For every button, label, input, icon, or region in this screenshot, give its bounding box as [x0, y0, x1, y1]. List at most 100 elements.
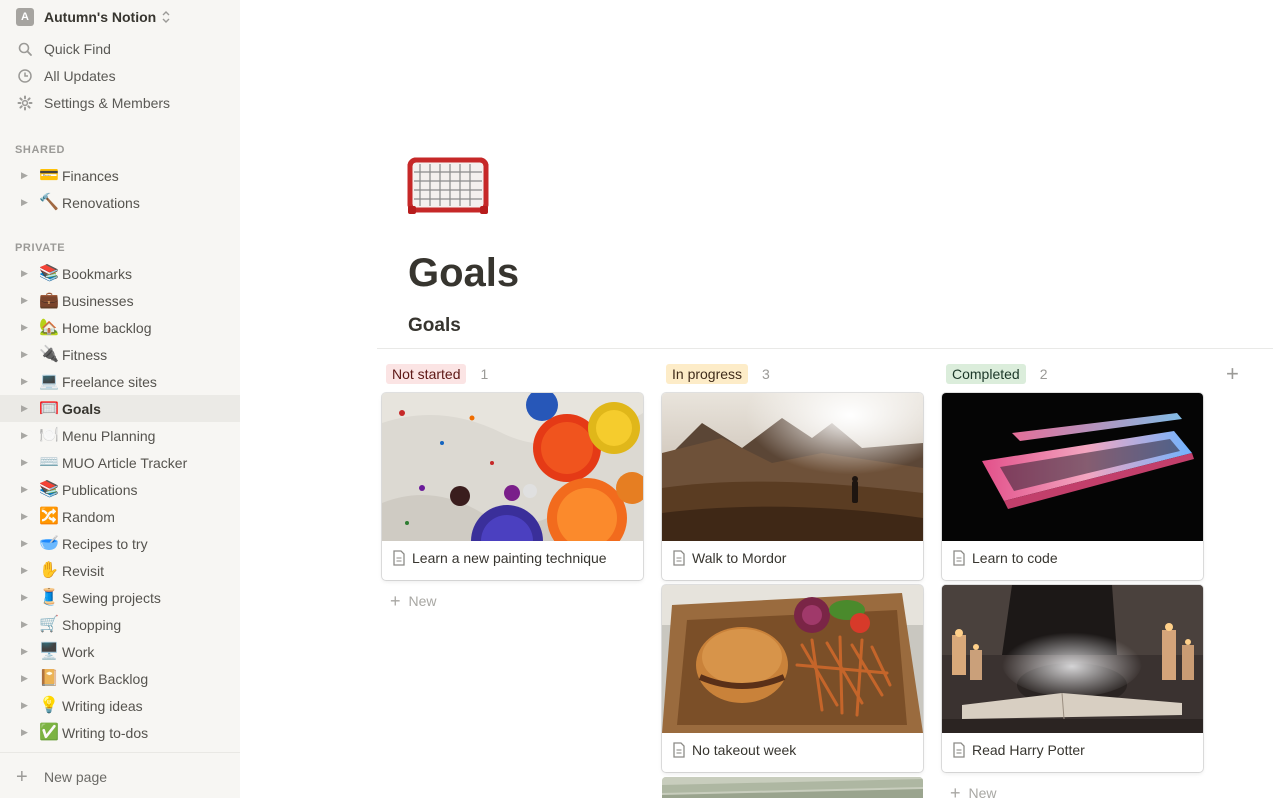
page-emoji-icon: 💼 — [39, 291, 59, 309]
sidebar-item-label: Businesses — [62, 292, 134, 309]
sidebar-item-goals[interactable]: ▶ 🥅 Goals — [0, 395, 240, 422]
expand-triangle-icon[interactable]: ▶ — [21, 538, 28, 549]
sidebar-item-label: Writing to-dos — [62, 724, 149, 741]
expand-triangle-icon[interactable]: ▶ — [21, 295, 28, 306]
new-page-button[interactable]: + New page — [0, 763, 240, 790]
sidebar-item-label: Menu Planning — [62, 427, 156, 444]
sidebar-item-finances[interactable]: ▶ 💳 Finances — [0, 162, 240, 189]
sidebar-item-work[interactable]: ▶ 🖥️ Work — [0, 638, 240, 665]
sidebar-item-label: Finances — [62, 167, 119, 184]
column-header-completed[interactable]: Completed 2 — [946, 364, 1048, 384]
card-title: Read Harry Potter — [972, 742, 1085, 758]
sidebar-item-label: Home backlog — [62, 319, 152, 336]
sidebar-item-label: MUO Article Tracker — [62, 454, 188, 471]
expand-triangle-icon[interactable]: ▶ — [21, 403, 28, 414]
sidebar-item-label: Bookmarks — [62, 265, 133, 282]
expand-triangle-icon[interactable]: ▶ — [21, 376, 28, 387]
workspace-switcher[interactable]: A Autumn's Notion — [16, 8, 171, 26]
cauldron-books-image — [942, 585, 1203, 733]
board-card-partial[interactable] — [662, 777, 923, 798]
sidebar-item-writing-ideas[interactable]: ▶ 💡 Writing ideas — [0, 692, 240, 719]
board-card[interactable]: No takeout week — [662, 585, 923, 772]
expand-triangle-icon[interactable]: ▶ — [21, 511, 28, 522]
sidebar-item-renovations[interactable]: ▶ 🔨 Renovations — [0, 189, 240, 216]
expand-triangle-icon[interactable]: ▶ — [21, 484, 28, 495]
settings-members-label: Settings & Members — [44, 94, 171, 111]
burger-fries-image — [662, 585, 923, 733]
page-emoji-icon: 🔀 — [39, 507, 59, 525]
settings-members-button[interactable]: Settings & Members — [0, 89, 240, 116]
sidebar-item-label: Publications — [62, 481, 138, 498]
expand-triangle-icon[interactable]: ▶ — [21, 727, 28, 738]
card-title: Learn a new painting technique — [412, 550, 607, 566]
mountain-hiker-image — [662, 393, 923, 541]
clock-icon — [18, 68, 32, 83]
sidebar-item-freelance-sites[interactable]: ▶ 💻 Freelance sites — [0, 368, 240, 395]
board-card[interactable]: Read Harry Potter — [942, 585, 1203, 772]
sidebar-item-work-backlog[interactable]: ▶ 📔 Work Backlog — [0, 665, 240, 692]
sidebar-item-fitness[interactable]: ▶ 🔌 Fitness — [0, 341, 240, 368]
plus-icon: + — [390, 591, 401, 611]
expand-triangle-icon[interactable]: ▶ — [21, 673, 28, 684]
expand-triangle-icon[interactable]: ▶ — [21, 268, 28, 279]
sidebar-item-home-backlog[interactable]: ▶ 🏡 Home backlog — [0, 314, 240, 341]
expand-triangle-icon[interactable]: ▶ — [21, 430, 28, 441]
quick-find-button[interactable]: Quick Find — [0, 35, 240, 62]
status-tag: Not started — [386, 364, 467, 384]
board-card[interactable]: Learn to code — [942, 393, 1203, 580]
page-emoji-icon: 🧵 — [39, 588, 59, 606]
sidebar-item-bookmarks[interactable]: ▶ 📚 Bookmarks — [0, 260, 240, 287]
goal-net-icon[interactable] — [406, 156, 490, 216]
private-section-title: PRIVATE — [15, 242, 66, 254]
plus-icon: + — [16, 765, 28, 788]
plus-icon: + — [950, 783, 961, 798]
new-page-label: New page — [44, 768, 108, 785]
expand-triangle-icon[interactable]: ▶ — [21, 197, 28, 208]
sidebar-item-recipes-to-try[interactable]: ▶ 🥣 Recipes to try — [0, 530, 240, 557]
sidebar-item-random[interactable]: ▶ 🔀 Random — [0, 503, 240, 530]
expand-triangle-icon[interactable]: ▶ — [21, 457, 28, 468]
sidebar-item-muo-article-tracker[interactable]: ▶ ⌨️ MUO Article Tracker — [0, 449, 240, 476]
page-emoji-icon: ✅ — [39, 723, 59, 741]
expand-triangle-icon[interactable]: ▶ — [21, 565, 28, 576]
status-tag: In progress — [666, 364, 749, 384]
expand-triangle-icon[interactable]: ▶ — [21, 170, 28, 181]
page-title[interactable]: Goals — [408, 250, 519, 296]
new-card-button[interactable]: + New — [950, 783, 997, 798]
sidebar-item-revisit[interactable]: ▶ ✋ Revisit — [0, 557, 240, 584]
card-title: Walk to Mordor — [692, 550, 787, 566]
sidebar-item-businesses[interactable]: ▶ 💼 Businesses — [0, 287, 240, 314]
expand-triangle-icon[interactable]: ▶ — [21, 349, 28, 360]
money-image — [662, 777, 923, 798]
expand-triangle-icon[interactable]: ▶ — [21, 592, 28, 603]
page-emoji-icon: 🛒 — [39, 615, 59, 633]
shared-section-title: SHARED — [15, 144, 66, 156]
expand-triangle-icon[interactable]: ▶ — [21, 700, 28, 711]
sidebar-item-publications[interactable]: ▶ 📚 Publications — [0, 476, 240, 503]
column-header-in-progress[interactable]: In progress 3 — [666, 364, 770, 384]
page-emoji-icon: 💡 — [39, 696, 59, 714]
sidebar-item-label: Goals — [62, 400, 101, 417]
page-emoji-icon: 💻 — [39, 372, 59, 390]
sidebar-item-label: Work — [62, 643, 95, 660]
new-card-label: New — [968, 785, 997, 798]
workspace-name: Autumn's Notion — [44, 9, 157, 25]
new-card-button[interactable]: + New — [390, 591, 437, 611]
search-icon — [18, 42, 32, 56]
all-updates-button[interactable]: All Updates — [0, 62, 240, 89]
column-header-not-started[interactable]: Not started 1 — [386, 364, 488, 384]
board-card[interactable]: Learn a new painting technique — [382, 393, 643, 580]
sidebar-item-shopping[interactable]: ▶ 🛒 Shopping — [0, 611, 240, 638]
expand-triangle-icon[interactable]: ▶ — [21, 322, 28, 333]
board-card[interactable]: Walk to Mordor — [662, 393, 923, 580]
add-column-button[interactable]: + — [1226, 363, 1239, 385]
page-emoji-icon: 🏡 — [39, 318, 59, 336]
sidebar-item-menu-planning[interactable]: ▶ 🍽️ Menu Planning — [0, 422, 240, 449]
page-emoji-icon: 📔 — [39, 669, 59, 687]
expand-triangle-icon[interactable]: ▶ — [21, 619, 28, 630]
database-title[interactable]: Goals — [408, 315, 461, 337]
expand-triangle-icon[interactable]: ▶ — [21, 646, 28, 657]
sidebar: A Autumn's Notion Quick Find All Updates — [0, 0, 240, 798]
sidebar-item-writing-to-dos[interactable]: ▶ ✅ Writing to-dos — [0, 719, 240, 746]
sidebar-item-sewing-projects[interactable]: ▶ 🧵 Sewing projects — [0, 584, 240, 611]
